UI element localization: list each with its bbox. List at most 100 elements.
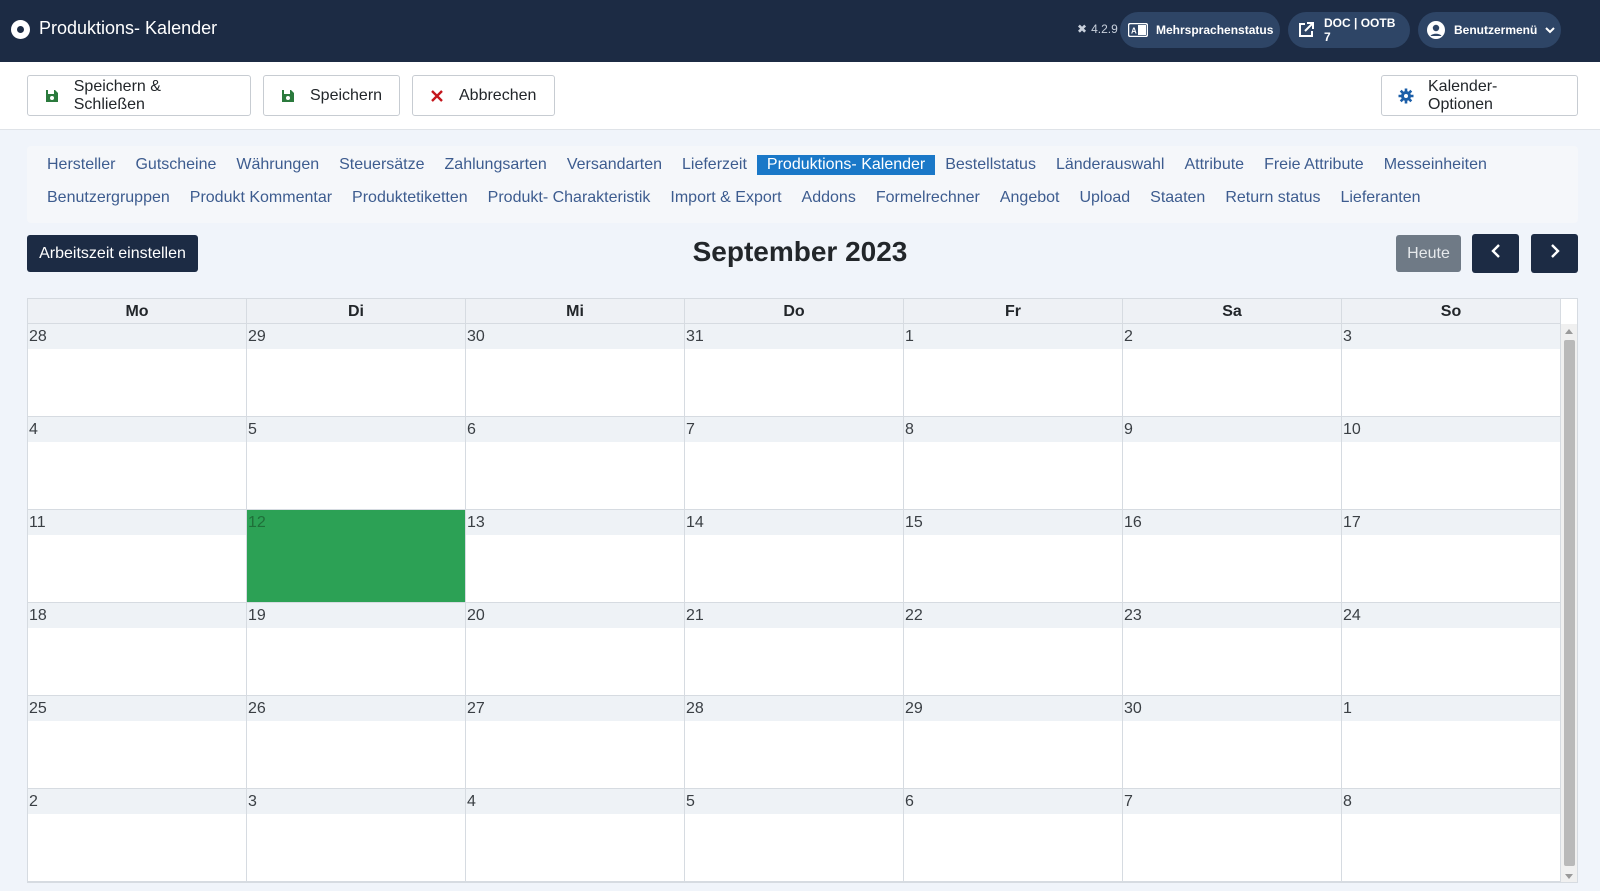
calendar-day-cell[interactable]: 13 — [466, 510, 685, 602]
calendar-day-cell[interactable]: 19 — [247, 603, 466, 695]
calendar-day-cell[interactable]: 11 — [28, 510, 247, 602]
calendar-day-cell[interactable]: 5 — [247, 417, 466, 509]
day-number: 4 — [28, 417, 246, 442]
calendar-day-cell[interactable]: 18 — [28, 603, 247, 695]
prev-month-button[interactable] — [1472, 234, 1519, 273]
weekday-label: Fr — [904, 299, 1123, 323]
calendar-day-cell[interactable]: 7 — [685, 417, 904, 509]
submenu-link[interactable]: Produkt Kommentar — [190, 188, 342, 208]
calendar-day-cell[interactable]: 6 — [904, 789, 1123, 881]
calendar-day-cell[interactable]: 17 — [1342, 510, 1561, 602]
submenu-link[interactable]: Bestellstatus — [945, 155, 1046, 175]
calendar-day-cell[interactable]: 7 — [1123, 789, 1342, 881]
calendar-day-cell[interactable]: 30 — [466, 324, 685, 416]
calendar-day-cell[interactable]: 24 — [1342, 603, 1561, 695]
submenu-link[interactable]: Upload — [1079, 188, 1140, 208]
calendar-day-cell[interactable]: 30 — [1123, 696, 1342, 788]
day-number: 6 — [466, 417, 684, 442]
save-close-button[interactable]: Speichern & Schließen — [27, 75, 251, 116]
submenu-link[interactable]: Lieferzeit — [682, 155, 757, 175]
calendar-day-cell[interactable]: 5 — [685, 789, 904, 881]
submenu-link[interactable]: Gutscheine — [135, 155, 226, 175]
submenu-link[interactable]: Versandarten — [567, 155, 672, 175]
submenu-link[interactable]: Hersteller — [47, 155, 125, 175]
calendar-day-cell[interactable]: 4 — [28, 417, 247, 509]
svg-text:A: A — [1131, 27, 1137, 36]
submenu-link[interactable]: Addons — [802, 188, 866, 208]
scroll-up-icon[interactable] — [1565, 329, 1573, 334]
calendar-day-cell[interactable]: 28 — [28, 324, 247, 416]
submenu-link[interactable]: Produktetiketten — [352, 188, 478, 208]
user-menu-button[interactable]: Benutzermenü — [1418, 12, 1561, 48]
day-number: 28 — [685, 696, 903, 721]
calendar-day-cell[interactable]: 14 — [685, 510, 904, 602]
calendar-options-button[interactable]: Kalender-Optionen — [1381, 75, 1578, 116]
calendar-day-cell[interactable]: 26 — [247, 696, 466, 788]
submenu-link[interactable]: Benutzergruppen — [47, 188, 180, 208]
submenu-link[interactable]: Produktions- Kalender — [756, 155, 936, 175]
scroll-down-icon[interactable] — [1565, 874, 1573, 879]
chevron-left-icon — [1490, 243, 1501, 264]
calendar-day-cell[interactable]: 1 — [904, 324, 1123, 416]
calendar-day-cell[interactable]: 12 — [247, 510, 466, 602]
calendar-day-cell[interactable]: 9 — [1123, 417, 1342, 509]
calendar-day-cell[interactable]: 10 — [1342, 417, 1561, 509]
submenu-link[interactable]: Zahlungsarten — [445, 155, 557, 175]
day-number: 8 — [1342, 789, 1560, 814]
today-button[interactable]: Heute — [1396, 235, 1461, 272]
day-number: 9 — [1123, 417, 1341, 442]
cancel-button[interactable]: Abbrechen — [412, 75, 555, 116]
submenu-link[interactable]: Attribute — [1184, 155, 1254, 175]
calendar-day-cell[interactable]: 22 — [904, 603, 1123, 695]
calendar-day-cell[interactable]: 20 — [466, 603, 685, 695]
submenu-link[interactable]: Return status — [1225, 188, 1330, 208]
calendar-day-cell[interactable]: 8 — [904, 417, 1123, 509]
calendar-day-cell[interactable]: 6 — [466, 417, 685, 509]
calendar-week-row: 4 5 6 7 8 9 10 — [28, 417, 1561, 510]
calendar-day-cell[interactable]: 21 — [685, 603, 904, 695]
submenu-link[interactable]: Formelrechner — [876, 188, 990, 208]
submenu-link[interactable]: Produkt- Charakteristik — [488, 188, 661, 208]
calendar-day-cell[interactable]: 4 — [466, 789, 685, 881]
calendar-day-cell[interactable]: 27 — [466, 696, 685, 788]
doc-site-button[interactable]: DOC | OOTB 7 — [1288, 12, 1410, 48]
submenu-link[interactable]: Länderauswahl — [1056, 155, 1175, 175]
submenu-link[interactable]: Staaten — [1150, 188, 1215, 208]
next-month-button[interactable] — [1531, 234, 1578, 273]
submenu-link[interactable]: Import & Export — [670, 188, 791, 208]
calendar-day-cell[interactable]: 25 — [28, 696, 247, 788]
calendar-day-cell[interactable]: 23 — [1123, 603, 1342, 695]
calendar-day-cell[interactable]: 16 — [1123, 510, 1342, 602]
calendar-day-cell[interactable]: 15 — [904, 510, 1123, 602]
calendar-day-cell[interactable]: 8 — [1342, 789, 1561, 881]
calendar-day-cell[interactable]: 29 — [904, 696, 1123, 788]
calendar-day-cell[interactable]: 28 — [685, 696, 904, 788]
day-number: 2 — [1123, 324, 1341, 349]
save-button[interactable]: Speichern — [263, 75, 400, 116]
calendar-week-row: 25 26 27 28 29 30 1 — [28, 696, 1561, 789]
calendar-options-label: Kalender-Optionen — [1428, 77, 1498, 113]
calendar-day-cell[interactable]: 3 — [1342, 324, 1561, 416]
submenu-link[interactable]: Lieferanten — [1340, 188, 1430, 208]
calendar-scrollbar[interactable] — [1561, 324, 1577, 882]
scrollbar-thumb[interactable] — [1564, 340, 1575, 866]
submenu-link[interactable]: Währungen — [236, 155, 329, 175]
calendar-day-cell[interactable]: 2 — [28, 789, 247, 881]
submenu-link[interactable]: Steuersätze — [339, 155, 434, 175]
working-time-button[interactable]: Arbeitszeit einstellen — [27, 235, 198, 272]
submenu-link[interactable]: Freie Attribute — [1264, 155, 1374, 175]
submenu-link[interactable]: Angebot — [1000, 188, 1070, 208]
multilanguage-status-button[interactable]: A Mehrsprachenstatus — [1120, 12, 1280, 48]
submenu-link[interactable]: Messeinheiten — [1384, 155, 1497, 175]
calendar-day-cell[interactable]: 29 — [247, 324, 466, 416]
day-number: 29 — [904, 696, 1122, 721]
save-icon — [280, 88, 296, 104]
app-header: Produktions- Kalender ✖ 4.2.9 A Mehrspra… — [0, 0, 1600, 62]
calendar-day-cell[interactable]: 1 — [1342, 696, 1561, 788]
calendar-day-cell[interactable]: 31 — [685, 324, 904, 416]
day-number: 30 — [1123, 696, 1341, 721]
weekday-label: Do — [685, 299, 904, 323]
joomla-logo-icon[interactable] — [11, 20, 30, 39]
calendar-day-cell[interactable]: 3 — [247, 789, 466, 881]
calendar-day-cell[interactable]: 2 — [1123, 324, 1342, 416]
